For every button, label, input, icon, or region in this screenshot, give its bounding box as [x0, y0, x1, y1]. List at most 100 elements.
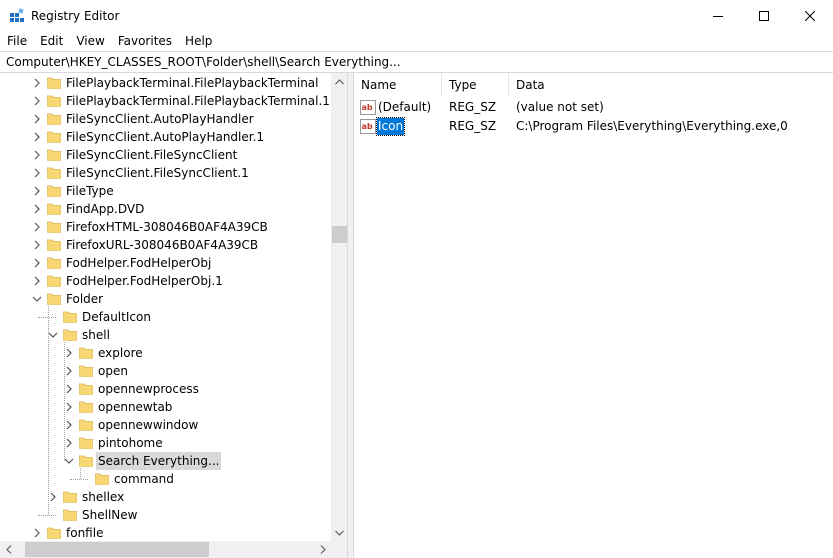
- tree-item[interactable]: FilePlaybackTerminal.FilePlaybackTermina…: [0, 92, 331, 110]
- folder-icon: [63, 311, 77, 323]
- tree-connector: [38, 317, 56, 318]
- tree-vertical-scroll-thumb[interactable]: [332, 226, 347, 243]
- tree-item[interactable]: FindApp.DVD: [0, 200, 331, 218]
- value-name: Icon: [375, 117, 406, 136]
- tree-item[interactable]: opennewprocess: [0, 380, 331, 398]
- chevron-right-icon[interactable]: [32, 240, 42, 250]
- tree-item[interactable]: FodHelper.FodHelperObj: [0, 254, 331, 272]
- scroll-left-button[interactable]: [0, 541, 17, 558]
- tree-item-label: opennewwindow: [98, 418, 199, 432]
- chevron-down-icon[interactable]: [64, 456, 74, 466]
- tree-horizontal-scroll-thumb[interactable]: [25, 542, 209, 557]
- chevron-right-icon[interactable]: [64, 348, 74, 358]
- tree-item-label: FilePlaybackTerminal.FilePlaybackTermina…: [66, 76, 319, 90]
- value-data: C:\Program Files\Everything\Everything.e…: [516, 119, 788, 133]
- values-pane[interactable]: Name Type Data ab (Default) REG_SZ (value n…: [353, 73, 833, 558]
- tree-item[interactable]: opennewtab: [0, 398, 331, 416]
- tree-item[interactable]: open: [0, 362, 331, 380]
- folder-icon: [79, 455, 93, 467]
- tree-item-label: open: [98, 364, 128, 378]
- column-header-type[interactable]: Type: [442, 73, 509, 97]
- value-data: (value not set): [516, 100, 604, 114]
- registry-editor-app-icon: [10, 8, 24, 22]
- folder-icon: [47, 185, 61, 197]
- close-button[interactable]: [787, 0, 833, 31]
- address-bar[interactable]: [0, 51, 833, 73]
- chevron-right-icon[interactable]: [32, 78, 42, 88]
- chevron-right-icon[interactable]: [64, 420, 74, 430]
- folder-icon: [79, 401, 93, 413]
- minimize-button[interactable]: [695, 0, 741, 31]
- tree-vertical-scrollbar[interactable]: [331, 73, 347, 541]
- tree-item-label: command: [114, 472, 174, 486]
- tree-item[interactable]: shell: [0, 326, 331, 344]
- tree-item[interactable]: FirefoxURL-308046B0AF4A39CB: [0, 236, 331, 254]
- menu-edit[interactable]: Edit: [33, 31, 69, 51]
- chevron-right-icon[interactable]: [32, 96, 42, 106]
- chevron-right-icon[interactable]: [64, 366, 74, 376]
- tree-item-label: FodHelper.FodHelperObj.1: [66, 274, 223, 288]
- tree-item-label: explore: [98, 346, 143, 360]
- chevron-right-icon[interactable]: [32, 114, 42, 124]
- tree-item[interactable]: pintohome: [0, 434, 331, 452]
- tree-item[interactable]: FileSyncClient.FileSyncClient: [0, 146, 331, 164]
- title-bar[interactable]: Registry Editor: [0, 0, 833, 31]
- chevron-right-icon[interactable]: [64, 384, 74, 394]
- tree-item[interactable]: FileSyncClient.FileSyncClient.1: [0, 164, 331, 182]
- tree-item[interactable]: FirefoxHTML-308046B0AF4A39CB: [0, 218, 331, 236]
- column-header-data[interactable]: Data: [509, 73, 833, 97]
- tree-item[interactable]: FileSyncClient.AutoPlayHandler.1: [0, 128, 331, 146]
- tree-item[interactable]: FileType: [0, 182, 331, 200]
- address-input[interactable]: [0, 52, 833, 72]
- folder-icon: [79, 437, 93, 449]
- tree-guide-line: [80, 468, 81, 479]
- key-tree-pane[interactable]: FilePlaybackTerminal.FilePlaybackTermina…: [0, 73, 348, 558]
- tree-item[interactable]: ShellNew: [0, 506, 331, 524]
- chevron-right-icon[interactable]: [32, 276, 42, 286]
- maximize-button[interactable]: [741, 0, 787, 31]
- folder-icon: [47, 239, 61, 251]
- tree-item[interactable]: FileSyncClient.AutoPlayHandler: [0, 110, 331, 128]
- menu-favorites[interactable]: Favorites: [111, 31, 178, 51]
- scroll-up-button[interactable]: [331, 73, 347, 90]
- menu-view[interactable]: View: [69, 31, 110, 51]
- chevron-right-icon[interactable]: [32, 132, 42, 142]
- value-row[interactable]: ab (Default) REG_SZ (value not set): [354, 98, 833, 117]
- tree-item-label: FileType: [66, 184, 114, 198]
- tree-item-label: Folder: [66, 292, 104, 306]
- tree-horizontal-scrollbar[interactable]: [0, 541, 331, 558]
- chevron-right-icon[interactable]: [64, 438, 74, 448]
- chevron-right-icon[interactable]: [32, 528, 42, 538]
- menu-help[interactable]: Help: [178, 31, 218, 51]
- tree-item[interactable]: opennewwindow: [0, 416, 331, 434]
- tree-item[interactable]: Folder: [0, 290, 331, 308]
- chevron-right-icon[interactable]: [32, 204, 42, 214]
- tree-item-label: FileSyncClient.AutoPlayHandler: [66, 112, 254, 126]
- value-row[interactable]: ab Icon REG_SZ C:\Program Files\Everything\…: [354, 117, 833, 136]
- tree-item[interactable]: shellex: [0, 488, 331, 506]
- chevron-down-icon[interactable]: [48, 330, 58, 340]
- chevron-right-icon[interactable]: [32, 150, 42, 160]
- column-header-name[interactable]: Name: [354, 73, 442, 97]
- minimize-icon: [713, 15, 723, 17]
- tree-item[interactable]: FodHelper.FodHelperObj.1: [0, 272, 331, 290]
- tree-item[interactable]: DefaultIcon: [0, 308, 331, 326]
- scroll-right-button[interactable]: [314, 541, 331, 558]
- scroll-down-button[interactable]: [331, 524, 347, 541]
- tree-item[interactable]: fonfile: [0, 524, 331, 541]
- chevron-down-icon[interactable]: [32, 294, 42, 304]
- tree-item[interactable]: explore: [0, 344, 331, 362]
- folder-icon: [79, 365, 93, 377]
- chevron-right-icon[interactable]: [64, 402, 74, 412]
- chevron-right-icon[interactable]: [48, 492, 58, 502]
- tree-item[interactable]: Search Everything...: [0, 452, 331, 470]
- menu-file[interactable]: File: [0, 31, 33, 51]
- folder-icon: [47, 293, 61, 305]
- chevron-right-icon[interactable]: [32, 222, 42, 232]
- tree-item[interactable]: command: [0, 470, 331, 488]
- chevron-right-icon[interactable]: [32, 168, 42, 178]
- chevron-right-icon[interactable]: [32, 258, 42, 268]
- tree-item[interactable]: FilePlaybackTerminal.FilePlaybackTermina…: [0, 74, 331, 92]
- chevron-right-icon[interactable]: [32, 186, 42, 196]
- tree-item-label: FileSyncClient.FileSyncClient: [66, 148, 238, 162]
